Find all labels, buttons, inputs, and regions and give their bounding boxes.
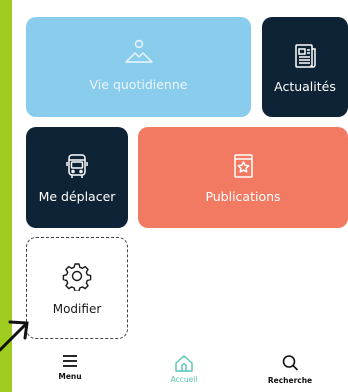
tile-label: Modifier	[52, 302, 102, 316]
home-screen: Vie quotidienne Actualités Me déplacer P…	[12, 0, 348, 392]
tile-vie-quotidienne[interactable]: Vie quotidienne	[26, 17, 251, 117]
mountain-sun-icon	[124, 40, 153, 63]
gear-icon	[62, 263, 92, 291]
tile-label: Vie quotidienne	[89, 77, 188, 93]
tile-actualites[interactable]: Actualités	[262, 17, 348, 117]
search-icon	[282, 355, 299, 371]
tab-accueil[interactable]: Accueil	[144, 346, 224, 392]
tile-label: Me déplacer	[38, 189, 116, 205]
bus-icon	[66, 154, 88, 179]
tab-menu[interactable]: Menu	[30, 346, 110, 392]
home-icon	[175, 355, 193, 372]
tile-modifier[interactable]: Modifier	[26, 237, 128, 339]
tile-me-deplacer[interactable]: Me déplacer	[26, 127, 128, 228]
tile-label: Actualités	[274, 78, 336, 94]
star-book-icon	[234, 154, 253, 178]
tab-label: Recherche	[267, 376, 313, 385]
hamburger-icon	[63, 355, 77, 367]
tab-label: Accueil	[170, 375, 198, 384]
tile-publications[interactable]: Publications	[138, 127, 348, 228]
newspaper-icon	[295, 44, 316, 68]
tab-recherche[interactable]: Recherche	[250, 346, 330, 392]
tab-label: Menu	[58, 372, 82, 381]
bottom-tab-bar: Menu Accueil Recherche	[12, 346, 348, 392]
tile-label: Publications	[205, 189, 281, 205]
